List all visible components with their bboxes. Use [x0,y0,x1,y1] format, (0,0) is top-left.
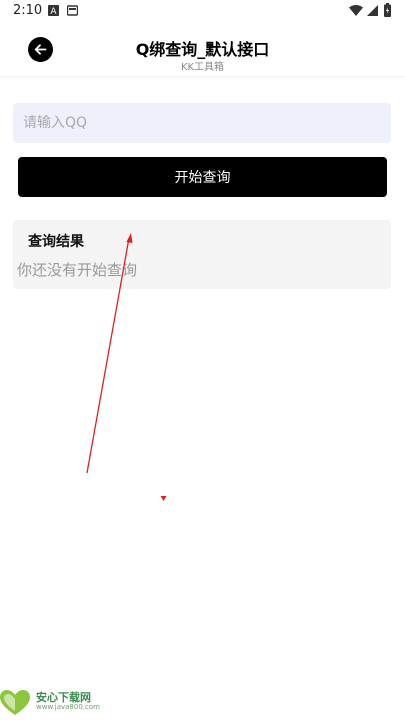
result-card: 查询结果 你还没有开始查询 [13,220,391,289]
start-query-button[interactable]: 开始查询 [18,157,387,197]
status-time: 2:10 [13,3,43,18]
annotation-marker [160,496,167,501]
app-header: Q绑查询_默认接口 KK工具箱 [0,24,405,77]
result-title: 查询结果 [28,234,84,250]
wifi-icon [349,5,363,16]
page-subtitle: KK工具箱 [180,62,225,73]
page-title: Q绑查询_默认接口 [135,40,270,59]
qq-input[interactable] [13,103,391,143]
watermark-url: www.java800.com [36,703,100,711]
signal-icon [367,5,378,16]
heart-logo-icon [0,690,30,715]
status-bar: 2:10 A [0,0,405,24]
message-icon [67,5,78,16]
a-badge-icon: A [48,5,59,16]
battery-icon [384,3,391,17]
svg-text:A: A [50,7,57,16]
watermark: 安心下载网 www.java800.com [0,686,120,720]
result-empty-text: 你还没有开始查询 [17,261,138,279]
